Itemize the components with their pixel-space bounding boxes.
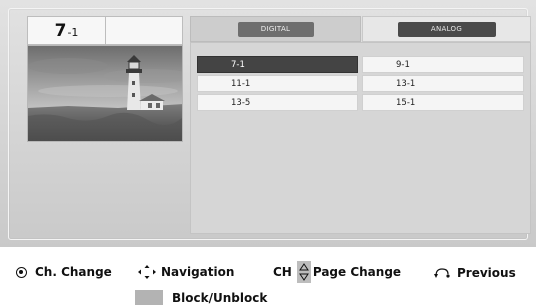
tab-digital[interactable]: DIGITAL	[190, 16, 361, 42]
back-return-icon	[434, 268, 450, 278]
channel-item-13-5[interactable]: 13-5	[197, 94, 358, 111]
page-up-down-icon	[296, 261, 311, 283]
legend-ch-change-label: Ch. Change	[35, 265, 112, 279]
channel-preview-image	[27, 45, 183, 142]
legend-block-unblock-label: Block/Unblock	[172, 290, 268, 305]
legend-navigation: Navigation	[137, 264, 234, 280]
current-channel-number: 7 -1	[28, 17, 106, 44]
lighthouse-picture	[28, 46, 182, 141]
legend-page-change-label: Page Change	[312, 265, 402, 279]
channel-item-7-1[interactable]: 7-1	[197, 56, 358, 73]
legend-ch-label: CH	[273, 265, 292, 279]
legend-page-change: CH Page Change	[273, 261, 401, 283]
legend-previous: Previous	[434, 266, 516, 280]
channel-item-13-1[interactable]: 13-1	[362, 75, 524, 92]
ok-button-icon	[16, 266, 27, 278]
channel-item-9-1[interactable]: 9-1	[362, 56, 524, 73]
channel-minor: -1	[67, 25, 79, 39]
channel-major: 7	[54, 20, 67, 41]
legend-block-unblock: Block/Unblock	[135, 290, 267, 305]
channel-list: 7-1 9-1 11-1 13-1 13-5 15-1	[197, 56, 524, 111]
tab-digital-label: DIGITAL	[237, 21, 314, 37]
navigation-arrows-icon	[138, 265, 156, 279]
legend-navigation-label: Navigation	[161, 265, 235, 279]
channel-name-field	[106, 17, 182, 44]
channel-item-11-1[interactable]: 11-1	[197, 75, 358, 92]
tab-analog-label: ANALOG	[397, 21, 496, 37]
block-color-key-icon	[135, 290, 163, 305]
legend-ch-change: Ch. Change	[16, 265, 112, 279]
current-channel-box: 7 -1	[27, 16, 183, 45]
channel-item-15-1[interactable]: 15-1	[362, 94, 524, 111]
legend-previous-label: Previous	[457, 266, 516, 280]
tab-analog[interactable]: ANALOG	[362, 16, 531, 42]
